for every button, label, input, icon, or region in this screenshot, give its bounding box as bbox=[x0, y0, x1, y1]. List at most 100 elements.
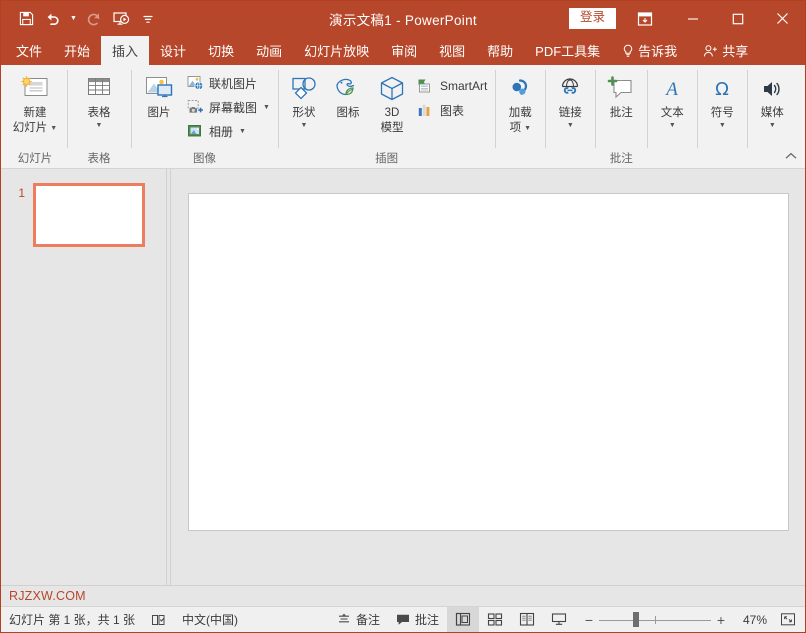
ribbon-group-slides: 新建 幻灯片▼ 幻灯片 bbox=[3, 65, 67, 168]
sign-in-button[interactable]: 登录 bbox=[569, 8, 616, 29]
symbol-icon: Ω bbox=[709, 72, 735, 106]
addins-label-line2: 项▼ bbox=[510, 122, 531, 136]
save-button[interactable] bbox=[13, 6, 39, 32]
group-label-links bbox=[549, 150, 591, 168]
tab-insert[interactable]: 插入 bbox=[101, 36, 149, 65]
ribbon-display-options-icon[interactable] bbox=[630, 5, 660, 33]
shapes-label: 形状 bbox=[292, 107, 315, 121]
slide-canvas-pane[interactable] bbox=[171, 169, 805, 585]
thumbnail-row[interactable]: 1 bbox=[1, 183, 166, 247]
normal-view-button[interactable] bbox=[447, 607, 479, 632]
fit-slide-to-window-button[interactable] bbox=[775, 607, 801, 632]
tab-label: 插入 bbox=[112, 41, 138, 60]
picture-icon bbox=[143, 72, 175, 106]
tab-tell-me[interactable]: 告诉我 bbox=[611, 36, 688, 65]
redo-button[interactable] bbox=[81, 6, 107, 32]
collapse-ribbon-button[interactable] bbox=[783, 148, 799, 164]
comments-button[interactable]: 批注 bbox=[388, 607, 447, 632]
tab-design[interactable]: 设计 bbox=[149, 36, 197, 65]
tab-review[interactable]: 审阅 bbox=[380, 36, 428, 65]
notes-button[interactable]: 备注 bbox=[329, 607, 388, 632]
svg-text:A: A bbox=[664, 79, 678, 100]
tab-pdf-toolkit[interactable]: PDF工具集 bbox=[524, 36, 611, 65]
chevron-down-icon[interactable]: ▼ bbox=[50, 125, 57, 133]
tab-share[interactable]: 共享 bbox=[692, 36, 759, 65]
slide-sorter-button[interactable] bbox=[479, 607, 511, 632]
ribbon: 新建 幻灯片▼ 幻灯片 表格 ▼ 表格 bbox=[1, 65, 805, 169]
chevron-down-icon[interactable]: ▼ bbox=[769, 122, 776, 130]
start-slideshow-button[interactable] bbox=[108, 6, 134, 32]
chevron-down-icon[interactable]: ▼ bbox=[719, 122, 726, 130]
tab-animations[interactable]: 动画 bbox=[245, 36, 293, 65]
tab-file[interactable]: 文件 bbox=[5, 36, 53, 65]
comment-icon bbox=[607, 72, 635, 106]
media-icon bbox=[759, 72, 785, 106]
tab-label: 设计 bbox=[160, 41, 186, 60]
status-bar: 幻灯片 第 1 张，共 1 张 中文(中国) 备注 批注 bbox=[1, 606, 805, 632]
link-button[interactable]: 链接 ▼ bbox=[549, 68, 591, 130]
customize-qat-button[interactable] bbox=[135, 6, 161, 32]
language-indicator[interactable]: 中文(中国) bbox=[174, 607, 246, 632]
screenshot-button[interactable]: 屏幕截图 ▼ bbox=[183, 95, 274, 119]
tab-home[interactable]: 开始 bbox=[53, 36, 101, 65]
icons-icon bbox=[333, 72, 363, 106]
slide-editing-surface[interactable] bbox=[188, 193, 789, 531]
table-icon bbox=[84, 72, 114, 106]
zoom-percentage[interactable]: 47% bbox=[735, 613, 775, 627]
images-small-buttons: 联机图片 屏幕截图 ▼ 相册 ▼ bbox=[183, 68, 274, 143]
slide-thumbnail-1[interactable] bbox=[33, 183, 145, 247]
smartart-button[interactable]: SmartArt bbox=[414, 74, 491, 98]
group-label-symbols bbox=[701, 150, 743, 168]
symbol-button[interactable]: Ω 符号 ▼ bbox=[701, 68, 743, 130]
tab-slideshow[interactable]: 幻灯片放映 bbox=[293, 36, 380, 65]
slideshow-button[interactable] bbox=[543, 607, 575, 632]
minimize-button[interactable] bbox=[670, 2, 715, 36]
online-pictures-button[interactable]: 联机图片 bbox=[183, 71, 274, 95]
chevron-down-icon[interactable]: ▼ bbox=[300, 122, 307, 130]
icons-button[interactable]: 图标 bbox=[326, 68, 370, 121]
close-button[interactable] bbox=[760, 2, 805, 36]
tab-transitions[interactable]: 切换 bbox=[197, 36, 245, 65]
tab-label: 幻灯片放映 bbox=[304, 41, 369, 60]
undo-dropdown-icon[interactable]: ▼ bbox=[67, 6, 80, 32]
site-watermark: RJZXW.COM bbox=[1, 589, 86, 603]
smartart-icon bbox=[416, 76, 436, 96]
addins-button[interactable]: 加载 项▼ bbox=[499, 68, 541, 135]
undo-button[interactable] bbox=[40, 6, 66, 32]
chart-button[interactable]: 图表 bbox=[414, 98, 491, 122]
chevron-down-icon[interactable]: ▼ bbox=[263, 104, 270, 111]
chevron-down-icon[interactable]: ▼ bbox=[524, 125, 531, 133]
3d-model-button[interactable]: 3D 模型 bbox=[370, 68, 414, 135]
notes-icon bbox=[337, 613, 351, 626]
zoom-slider[interactable] bbox=[599, 607, 711, 632]
table-button[interactable]: 表格 ▼ bbox=[71, 68, 127, 130]
maximize-button[interactable] bbox=[715, 2, 760, 36]
smartart-label: SmartArt bbox=[440, 79, 487, 93]
shapes-button[interactable]: 形状 ▼ bbox=[282, 68, 326, 130]
slide-counter[interactable]: 幻灯片 第 1 张，共 1 张 bbox=[1, 607, 143, 632]
zoom-slider-thumb[interactable] bbox=[633, 612, 639, 627]
icons-label: 图标 bbox=[336, 107, 359, 121]
photo-album-button[interactable]: 相册 ▼ bbox=[183, 119, 274, 143]
picture-button[interactable]: 图片 bbox=[135, 68, 183, 121]
tab-view[interactable]: 视图 bbox=[428, 36, 476, 65]
slide-thumbnail-pane[interactable]: 1 bbox=[1, 169, 167, 585]
ribbon-group-illustrations: 形状 ▼ 图标 3D 模型 bbox=[278, 65, 495, 168]
chart-icon bbox=[416, 100, 436, 120]
screenshot-label: 屏幕截图 bbox=[209, 99, 257, 116]
accessibility-checker-button[interactable] bbox=[143, 607, 174, 632]
chevron-down-icon[interactable]: ▼ bbox=[669, 122, 676, 130]
tab-help[interactable]: 帮助 bbox=[476, 36, 524, 65]
title-bar-right: 登录 bbox=[569, 1, 805, 36]
zoom-out-button[interactable]: − bbox=[579, 607, 599, 632]
chevron-down-icon[interactable]: ▼ bbox=[567, 122, 574, 130]
reading-view-button[interactable] bbox=[511, 607, 543, 632]
ribbon-group-tables: 表格 ▼ 表格 bbox=[67, 65, 131, 168]
media-button[interactable]: 媒体 ▼ bbox=[751, 68, 793, 130]
chevron-down-icon[interactable]: ▼ bbox=[239, 128, 246, 135]
zoom-in-button[interactable]: + bbox=[711, 607, 731, 632]
new-slide-button[interactable]: 新建 幻灯片▼ bbox=[7, 68, 63, 135]
text-button[interactable]: A 文本 ▼ bbox=[651, 68, 693, 130]
new-comment-button[interactable]: 批注 bbox=[599, 68, 643, 121]
chevron-down-icon[interactable]: ▼ bbox=[96, 122, 103, 130]
